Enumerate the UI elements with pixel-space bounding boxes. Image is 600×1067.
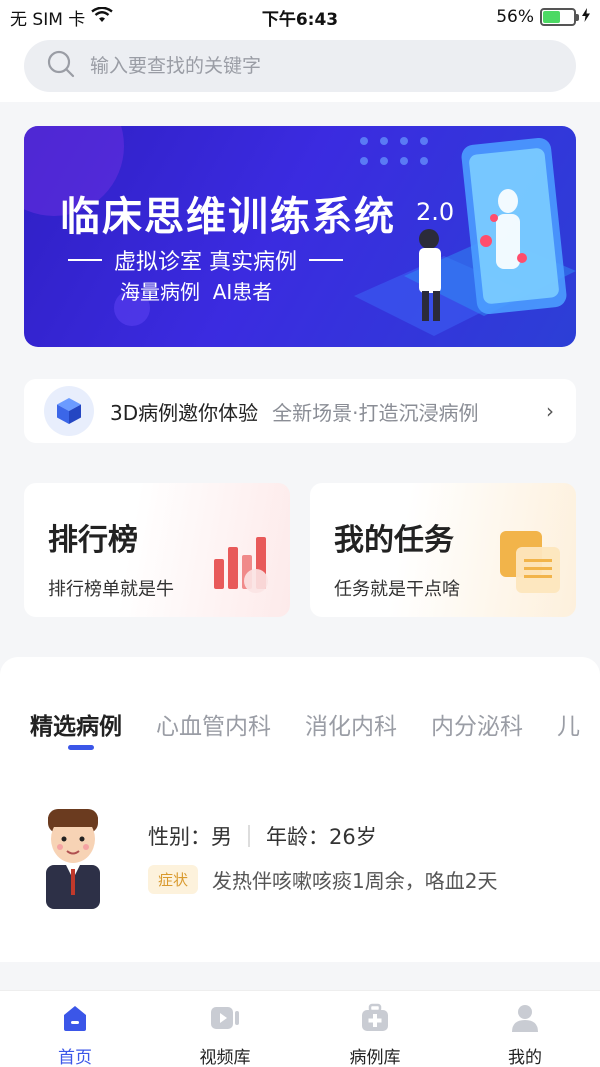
tabbar-cases[interactable]: 病例库 xyxy=(300,991,450,1067)
status-bar: 无 SIM 卡 下午6:43 56% xyxy=(0,0,600,34)
tasks-card[interactable]: 我的任务 任务就是干点啥 xyxy=(310,483,576,617)
banner-tags: 海量病例 AI患者 xyxy=(120,280,273,304)
charging-icon xyxy=(582,7,590,27)
ranking-title: 排行榜 xyxy=(48,523,138,558)
age-value: 26岁 xyxy=(329,825,377,849)
search-icon xyxy=(46,49,76,83)
tabbar-profile[interactable]: 我的 xyxy=(450,991,600,1067)
chevron-right-icon: › xyxy=(546,399,554,423)
video-icon xyxy=(209,1003,241,1037)
category-tabs: 精选病例 心血管内科 消化内科 内分泌科 儿 xyxy=(30,707,580,750)
tab-cardiology[interactable]: 心血管内科 xyxy=(156,707,271,741)
search-bar[interactable] xyxy=(24,40,576,92)
medical-kit-icon xyxy=(360,1003,390,1037)
tasks-subtitle: 任务就是干点啥 xyxy=(334,579,460,600)
bottom-tab-bar: 首页 视频库 病例库 我的 xyxy=(0,990,600,1067)
gender-value: 男 xyxy=(211,825,232,849)
divider xyxy=(248,825,250,847)
battery-fill xyxy=(543,11,560,23)
case-symptom-row: 症状 发热伴咳嗽咳痰1周余，咯血2天 xyxy=(148,865,497,894)
tabbar-profile-label: 我的 xyxy=(508,1048,542,1067)
patient-avatar xyxy=(40,807,106,913)
gender-label: 性别： xyxy=(148,825,211,849)
case-item[interactable]: 性别： 男 年龄： 26岁 症状 发热伴咳嗽咳痰1周余，咯血2天 xyxy=(40,807,580,917)
divider xyxy=(309,259,343,261)
banner-title: 临床思维训练系统 xyxy=(60,194,396,240)
banner-subtitle: 虚拟诊室 真实病例 xyxy=(114,250,297,275)
promo-strip-3d[interactable]: 3D病例邀你体验 全新场景·打造沉浸病例 › xyxy=(24,379,576,443)
promo-banner[interactable]: 临床思维训练系统 2.0 虚拟诊室 真实病例 海量病例 AI患者 xyxy=(24,126,576,347)
tab-gastroenterology[interactable]: 消化内科 xyxy=(305,707,397,741)
banner-subtitle-row: 虚拟诊室 真实病例 xyxy=(68,244,343,276)
tab-endocrinology[interactable]: 内分泌科 xyxy=(431,707,523,741)
home-icon xyxy=(60,1003,90,1037)
symptom-badge: 症状 xyxy=(148,865,199,894)
battery-percent: 56% xyxy=(496,7,534,27)
task-list-icon xyxy=(498,529,562,599)
tabbar-videos-label: 视频库 xyxy=(199,1048,251,1067)
strip-description: 全新场景·打造沉浸病例 xyxy=(272,400,479,425)
divider xyxy=(68,259,102,261)
wifi-icon xyxy=(91,6,114,28)
tab-pediatrics[interactable]: 儿 xyxy=(557,707,580,741)
symptom-text: 发热伴咳嗽咳痰1周余，咯血2天 xyxy=(212,869,498,893)
age-label: 年龄： xyxy=(266,825,329,849)
strip-title: 3D病例邀你体验 xyxy=(110,400,259,425)
tabbar-cases-label: 病例库 xyxy=(349,1048,401,1067)
banner-version: 2.0 xyxy=(416,198,455,226)
cube-icon xyxy=(44,386,94,436)
ranking-subtitle: 排行榜单就是牛 xyxy=(48,579,174,600)
status-right: 56% xyxy=(496,7,590,27)
tabbar-home[interactable]: 首页 xyxy=(0,991,150,1067)
ranking-card[interactable]: 排行榜 排行榜单就是牛 xyxy=(24,483,290,617)
carrier-label: 无 SIM 卡 xyxy=(10,9,86,30)
status-left: 无 SIM 卡 xyxy=(10,5,114,30)
tabbar-home-label: 首页 xyxy=(58,1048,92,1067)
search-input[interactable] xyxy=(90,55,530,77)
tabbar-videos[interactable]: 视频库 xyxy=(150,991,300,1067)
bar-chart-icon xyxy=(210,529,276,599)
active-tab-indicator xyxy=(68,745,94,750)
user-icon xyxy=(510,1003,540,1037)
case-feed: 精选病例 心血管内科 消化内科 内分泌科 儿 性别： 男 年龄： 26岁 症状 … xyxy=(0,657,600,962)
case-meta: 性别： 男 年龄： 26岁 xyxy=(148,821,377,851)
tab-featured[interactable]: 精选病例 xyxy=(30,707,122,741)
tasks-title: 我的任务 xyxy=(334,523,454,558)
battery-icon xyxy=(540,8,579,26)
search-area xyxy=(0,34,600,102)
